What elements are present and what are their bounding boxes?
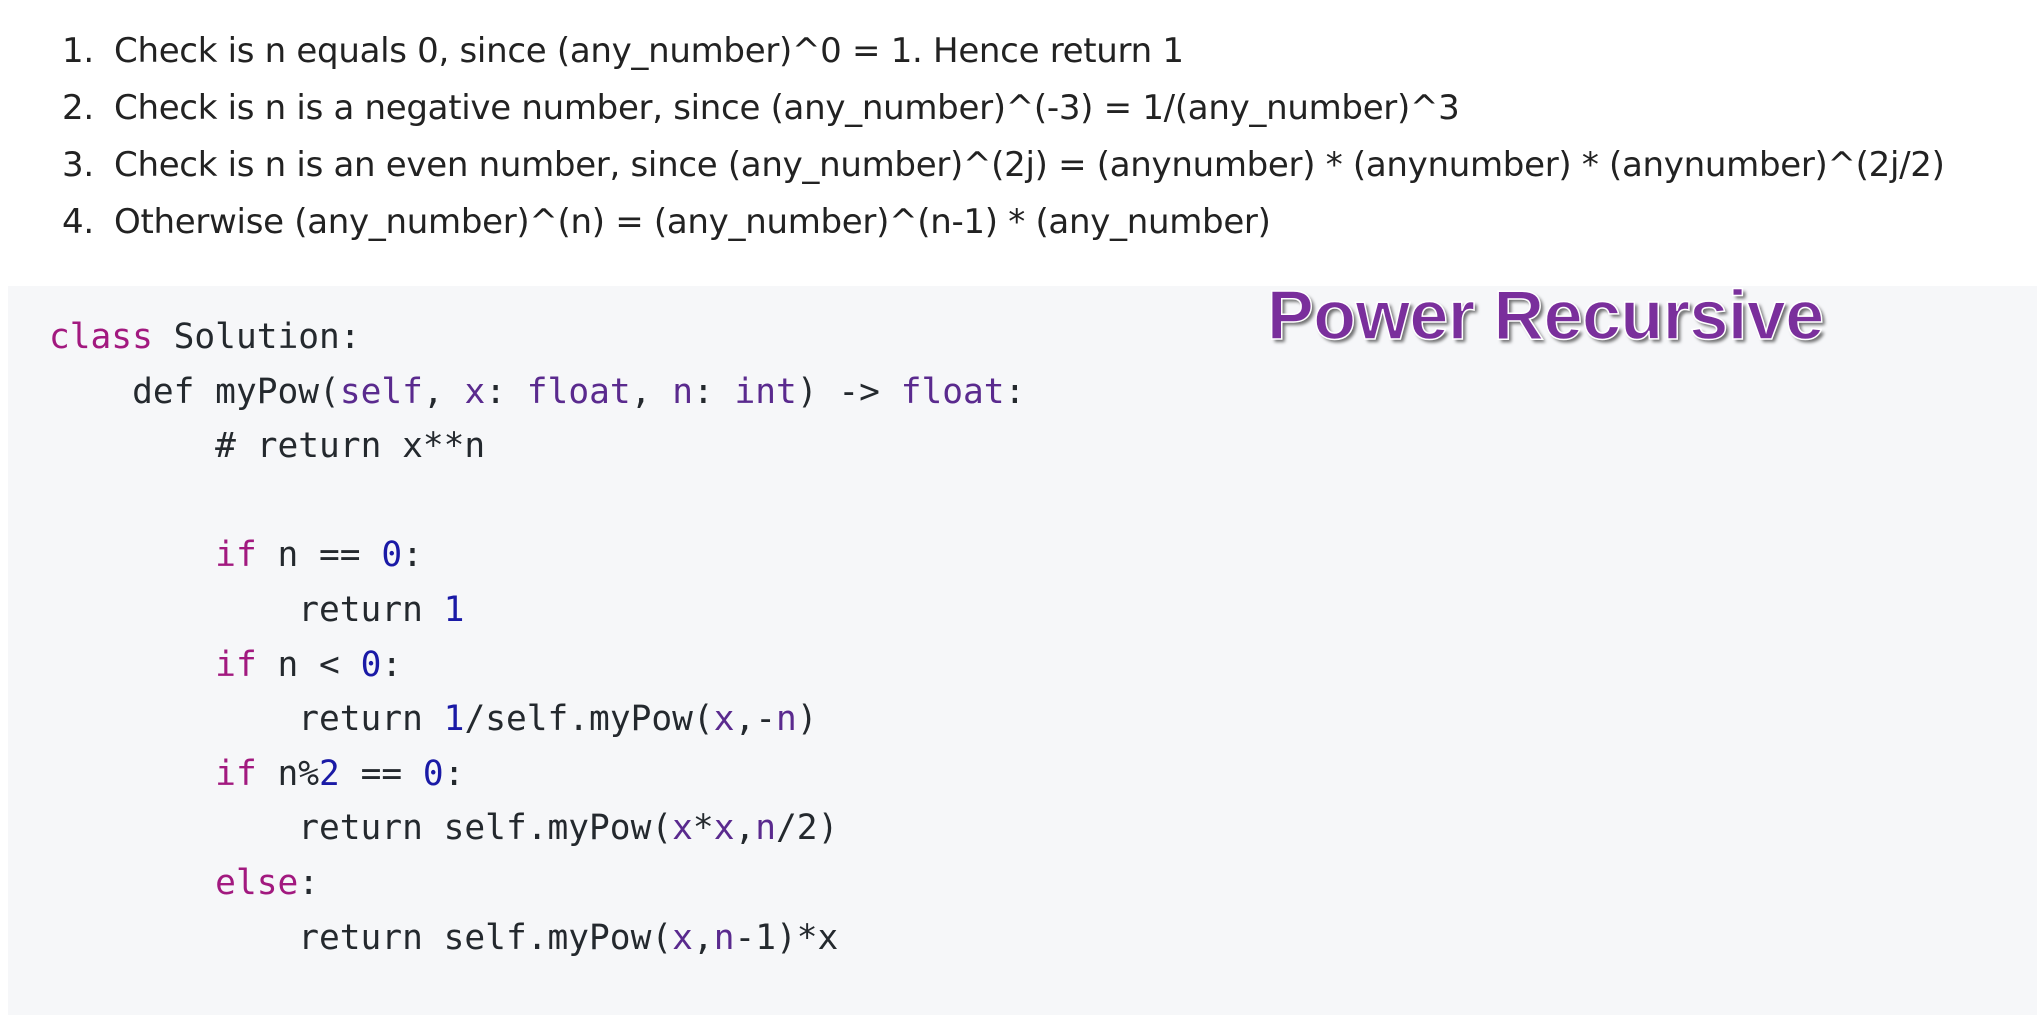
step-number: 3. bbox=[62, 145, 94, 185]
code-line-11: else: bbox=[215, 862, 320, 903]
code-line-7: if n < 0: bbox=[215, 644, 403, 685]
step-text: Check is n is an even number, since (any… bbox=[114, 145, 1945, 185]
step-number: 1. bbox=[62, 31, 94, 71]
code-line-9: if n%2 == 0: bbox=[215, 753, 465, 794]
step-text: Otherwise (any_number)^(n) = (any_number… bbox=[114, 202, 1271, 242]
code-line-2: def myPow(self, x: float, n: int) -> flo… bbox=[132, 371, 1026, 412]
code-block: class Solution: def myPow(self, x: float… bbox=[8, 286, 2037, 1015]
power-recursive-title: Power Recursive bbox=[1266, 275, 1825, 355]
code-line-3: # return x**n bbox=[215, 426, 486, 467]
code-line-6: return 1 bbox=[298, 589, 465, 630]
step-text: Check is n is a negative number, since (… bbox=[114, 88, 1460, 128]
code-line-8: return 1/self.myPow(x,-n) bbox=[298, 699, 818, 740]
code-line-5: if n == 0: bbox=[215, 535, 423, 576]
step-number: 2. bbox=[62, 88, 94, 128]
step-text: Check is n equals 0, since (any_number)^… bbox=[114, 31, 1184, 71]
step-number: 4. bbox=[62, 202, 94, 242]
code-line-10: return self.myPow(x*x,n/2) bbox=[298, 808, 839, 849]
code-line-12: return self.myPow(x,n-1)*x bbox=[298, 917, 839, 958]
code-line-1: class Solution: bbox=[49, 317, 361, 357]
python-code: class Solution: def myPow(self, x: float… bbox=[49, 310, 1025, 965]
